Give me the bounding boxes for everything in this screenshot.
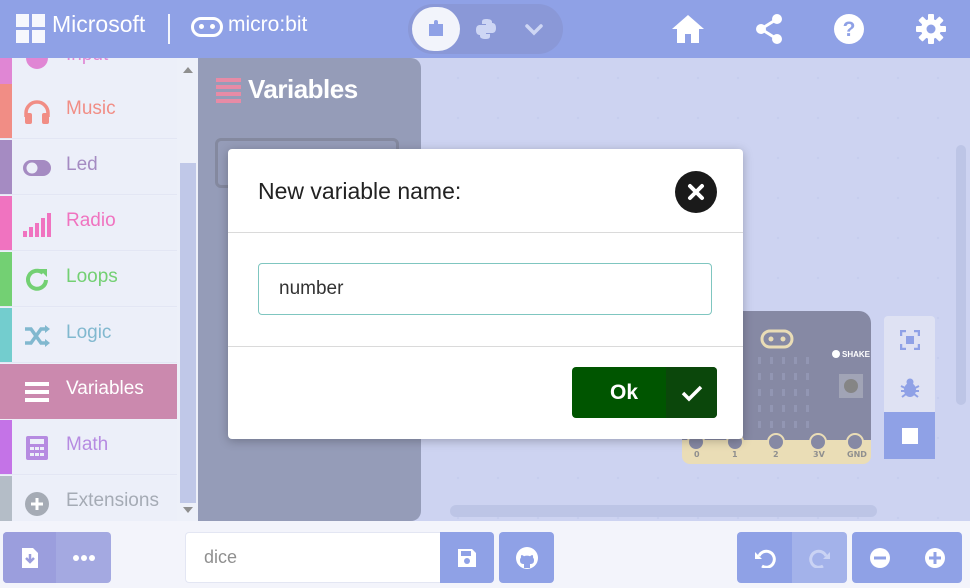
variable-name-input[interactable]	[258, 263, 712, 315]
dialog-title: New variable name:	[258, 178, 462, 204]
new-variable-dialog: New variable name: Ok	[228, 149, 743, 439]
close-button[interactable]	[675, 171, 717, 213]
dialog-divider	[228, 346, 743, 347]
dialog-divider	[228, 232, 743, 233]
ok-button[interactable]: Ok	[572, 367, 717, 418]
ok-label: Ok	[609, 381, 638, 404]
close-icon	[688, 184, 704, 200]
checkmark-icon	[666, 367, 717, 418]
